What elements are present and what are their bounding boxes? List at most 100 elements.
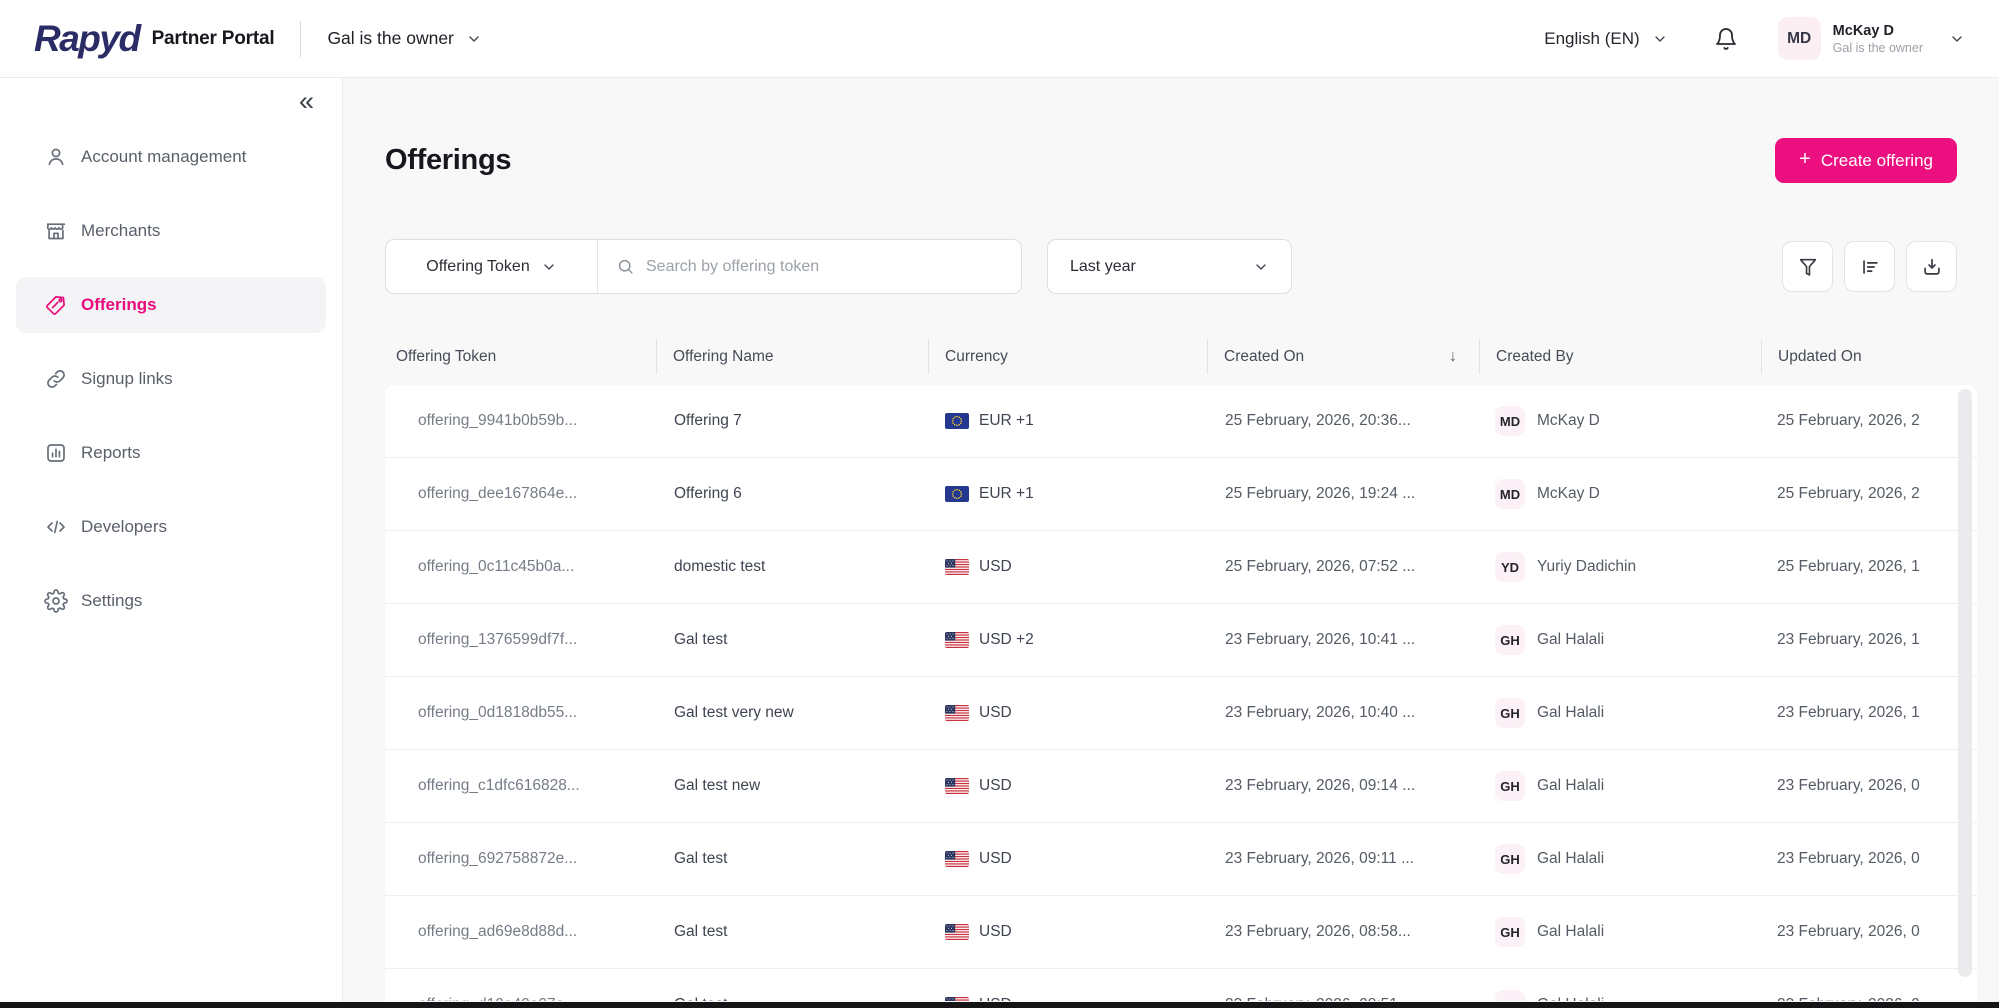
creator-avatar: GH xyxy=(1495,771,1525,801)
column-header-offering-name[interactable]: Offering Name xyxy=(656,328,928,385)
table-body: offering_9941b0b59b... Offering 7 xyxy=(385,385,1977,1001)
cell-offering-token: offering_0c11c45b0a... xyxy=(385,531,656,603)
table-row[interactable]: offering_ad69e8d88d... Gal test xyxy=(385,896,1977,969)
chevron-down-icon xyxy=(1253,259,1269,275)
sort-desc-icon: ↓ xyxy=(1449,348,1457,366)
sidebar-item-label: Merchants xyxy=(81,221,160,241)
sidebar-item-reports[interactable]: Reports xyxy=(16,425,326,481)
table-row[interactable]: offering_9941b0b59b... Offering 7 xyxy=(385,385,1977,458)
cell-updated-on: 23 February, 2026, 1 xyxy=(1761,604,1977,676)
cell-offering-token: offering_c1dfc616828... xyxy=(385,750,656,822)
table-row[interactable]: offering_d10a40a07a... Gal test xyxy=(385,969,1977,1001)
us-flag-icon xyxy=(945,997,969,1001)
cell-updated-on: 23 February, 2026, 1 xyxy=(1761,677,1977,749)
sidebar-item-developers[interactable]: Developers xyxy=(16,499,326,555)
us-flag-icon xyxy=(945,632,969,648)
us-flag-icon xyxy=(945,778,969,794)
table-row[interactable]: offering_c1dfc616828... Gal test new xyxy=(385,750,1977,823)
table-row[interactable]: offering_1376599df7f... Gal test xyxy=(385,604,1977,677)
cell-created-by: GH Gal Halali xyxy=(1479,677,1761,749)
sort-button[interactable] xyxy=(1844,241,1895,292)
cell-currency: USD xyxy=(928,969,1207,1001)
language-selector[interactable]: English (EN) xyxy=(1544,29,1667,49)
cell-created-on: 23 February, 2026, 10:40 ... xyxy=(1207,677,1479,749)
eu-flag-icon xyxy=(945,413,969,429)
filter-row: Offering Token Last year xyxy=(385,239,1957,294)
search-input[interactable] xyxy=(646,258,1003,276)
user-menu[interactable]: MD McKay D Gal is the owner xyxy=(1778,17,1965,60)
creator-name: Gal Halali xyxy=(1537,777,1604,795)
table-row[interactable]: offering_0d1818db55... Gal test very new xyxy=(385,677,1977,750)
window-bottom-edge xyxy=(0,1002,1999,1008)
sidebar-item-settings[interactable]: Settings xyxy=(16,573,326,629)
creator-avatar: GH xyxy=(1495,844,1525,874)
cell-currency: USD xyxy=(928,531,1207,603)
user-name: McKay D xyxy=(1833,23,1923,39)
cell-offering-name: domestic test xyxy=(656,531,928,603)
top-bar-right: English (EN) MD McKay D Gal is the owner xyxy=(1544,17,1965,60)
vertical-scrollbar[interactable] xyxy=(1958,389,1972,977)
sidebar-item-signup-links[interactable]: Signup links xyxy=(16,351,326,407)
cell-created-on: 25 February, 2026, 07:52 ... xyxy=(1207,531,1479,603)
sidebar-item-label: Settings xyxy=(81,591,142,611)
cell-updated-on: 25 February, 2026, 2 xyxy=(1761,385,1977,457)
cell-created-by: GH Gal Halali xyxy=(1479,823,1761,895)
column-header-updated-on[interactable]: Updated On xyxy=(1761,328,1977,385)
cell-offering-token: offering_0d1818db55... xyxy=(385,677,656,749)
cell-created-by: GH Gal Halali xyxy=(1479,750,1761,822)
cell-offering-name: Gal test xyxy=(656,823,928,895)
chevron-down-icon xyxy=(466,31,482,47)
column-header-created-on[interactable]: Created On ↓ xyxy=(1207,328,1479,385)
sidebar-collapse-button[interactable]: « xyxy=(299,88,314,115)
code-icon xyxy=(44,515,68,539)
sidebar-item-label: Signup links xyxy=(81,369,173,389)
organization-selector[interactable]: Gal is the owner xyxy=(327,28,481,49)
download-button[interactable] xyxy=(1906,241,1957,292)
creator-name: Gal Halali xyxy=(1537,923,1604,941)
cell-currency: EUR +1 xyxy=(928,458,1207,530)
currency-label: USD xyxy=(979,558,1012,576)
cell-created-by: MD McKay D xyxy=(1479,458,1761,530)
column-header-created-by[interactable]: Created By xyxy=(1479,328,1761,385)
date-range-selector[interactable]: Last year xyxy=(1047,239,1292,294)
table-row[interactable]: offering_692758872e... Gal test xyxy=(385,823,1977,896)
sidebar-item-offerings[interactable]: Offerings xyxy=(16,277,326,333)
sidebar-item-merchants[interactable]: Merchants xyxy=(16,203,326,259)
search-field-selector[interactable]: Offering Token xyxy=(386,240,597,293)
currency-label: USD xyxy=(979,777,1012,795)
cell-offering-name: Gal test very new xyxy=(656,677,928,749)
tag-icon xyxy=(44,293,68,317)
column-header-currency[interactable]: Currency xyxy=(928,328,1207,385)
plus-icon: + xyxy=(1799,148,1811,171)
sidebar-item-account-management[interactable]: Account management xyxy=(16,129,326,185)
us-flag-icon xyxy=(945,559,969,575)
sidebar-item-label: Account management xyxy=(81,147,246,167)
avatar: MD xyxy=(1778,17,1821,60)
cell-created-on: 23 February, 2026, 08:51... xyxy=(1207,969,1479,1001)
sort-icon xyxy=(1859,256,1881,278)
organization-selector-label: Gal is the owner xyxy=(327,28,453,49)
table-header-row: Offering Token Offering Name Currency Cr… xyxy=(385,328,1977,385)
create-offering-button[interactable]: + Create offering xyxy=(1775,138,1957,183)
table-row[interactable]: offering_0c11c45b0a... domestic test xyxy=(385,531,1977,604)
cell-created-by: GH Gal Halali xyxy=(1479,969,1761,1001)
cell-currency: USD xyxy=(928,896,1207,968)
filter-button[interactable] xyxy=(1782,241,1833,292)
download-icon xyxy=(1921,256,1943,278)
table-row[interactable]: offering_dee167864e... Offering 6 xyxy=(385,458,1977,531)
cell-updated-on: 23 February, 2026, 0 xyxy=(1761,750,1977,822)
creator-name: Gal Halali xyxy=(1537,850,1604,868)
funnel-icon xyxy=(1797,256,1819,278)
sidebar: « Account management Merchants xyxy=(0,78,343,1002)
cell-offering-token: offering_1376599df7f... xyxy=(385,604,656,676)
sidebar-nav: Account management Merchants Offerings xyxy=(16,129,326,629)
creator-avatar: YD xyxy=(1495,552,1525,582)
creator-avatar: MD xyxy=(1495,479,1525,509)
notifications-button[interactable] xyxy=(1714,27,1738,51)
main-content: Offerings + Create offering Offering Tok… xyxy=(343,78,1999,1002)
currency-label: USD xyxy=(979,923,1012,941)
table-tools xyxy=(1782,241,1957,292)
currency-label: USD +2 xyxy=(979,631,1034,649)
cell-updated-on: 25 February, 2026, 2 xyxy=(1761,458,1977,530)
column-header-offering-token[interactable]: Offering Token xyxy=(385,328,656,385)
